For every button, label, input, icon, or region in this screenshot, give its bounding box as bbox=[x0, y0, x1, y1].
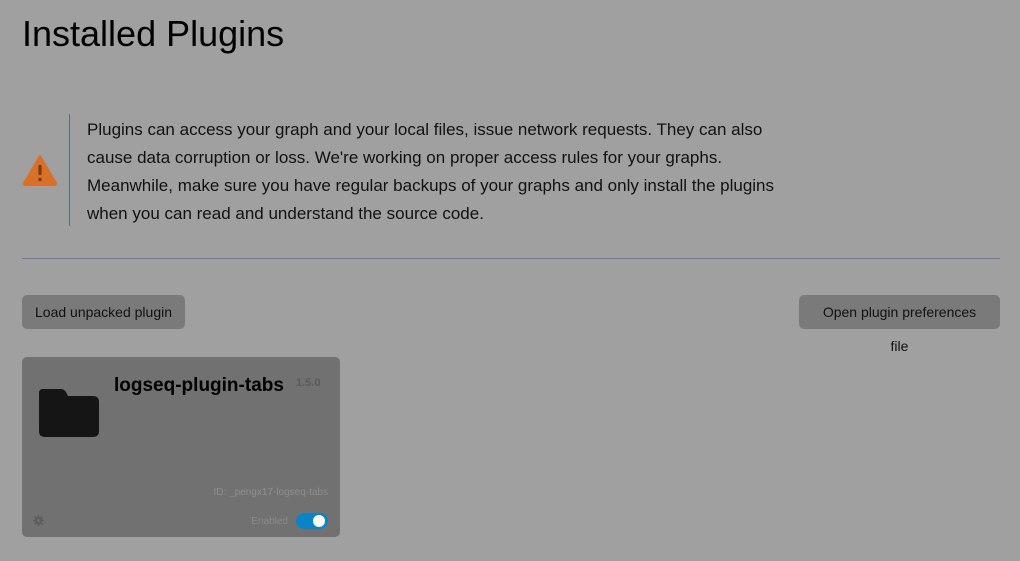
gear-icon[interactable] bbox=[33, 515, 44, 526]
warning-notice: Plugins can access your graph and your l… bbox=[22, 114, 782, 226]
toggle-knob bbox=[313, 515, 325, 527]
section-divider bbox=[22, 258, 1000, 259]
open-plugin-preferences-button[interactable]: Open plugin preferences file bbox=[799, 295, 1000, 354]
plugin-card: logseq-plugin-tabs 1.5.0 ID: _pengx17-lo… bbox=[22, 357, 340, 537]
plugin-version: 1.5.0 bbox=[296, 377, 321, 389]
load-unpacked-plugin-button[interactable]: Load unpacked plugin bbox=[22, 295, 185, 329]
plugin-name[interactable]: logseq-plugin-tabs bbox=[114, 375, 284, 397]
warning-text: Plugins can access your graph and your l… bbox=[87, 120, 775, 223]
enabled-label: Enabled bbox=[251, 516, 288, 527]
folder-icon bbox=[39, 389, 99, 437]
warning-icon bbox=[22, 155, 58, 186]
enabled-toggle[interactable] bbox=[296, 513, 328, 529]
warning-divider bbox=[69, 114, 70, 226]
page-title: Installed Plugins bbox=[22, 13, 285, 54]
plugin-id: ID: _pengx17-logseq-tabs bbox=[213, 487, 328, 498]
